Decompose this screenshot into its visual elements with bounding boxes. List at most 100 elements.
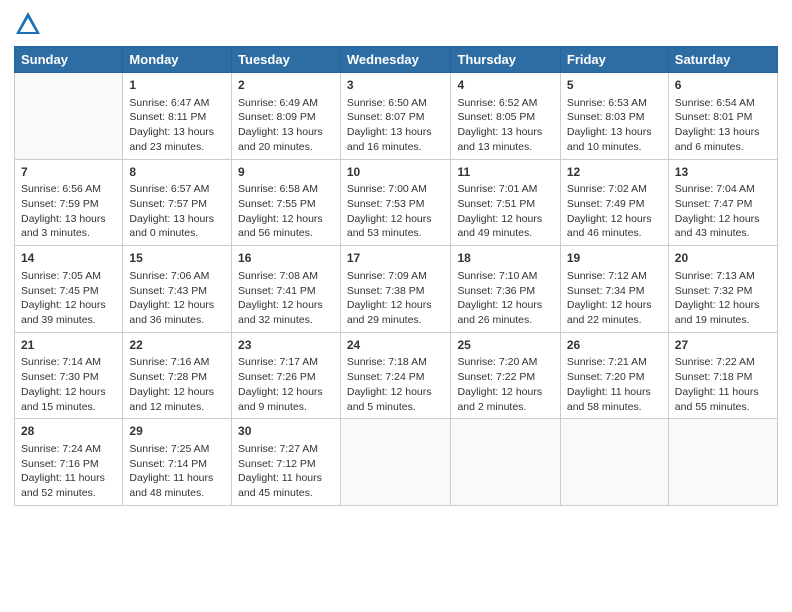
cell-text: Daylight: 12 hours [457,298,553,313]
cell-text: Sunrise: 7:12 AM [567,269,662,284]
calendar-cell: 9Sunrise: 6:58 AMSunset: 7:55 PMDaylight… [232,159,341,246]
calendar-cell: 21Sunrise: 7:14 AMSunset: 7:30 PMDayligh… [15,332,123,419]
calendar-cell: 1Sunrise: 6:47 AMSunset: 8:11 PMDaylight… [123,73,232,160]
day-number: 30 [238,423,334,440]
cell-text: Daylight: 12 hours [347,212,445,227]
day-number: 5 [567,77,662,94]
calendar-week-row: 14Sunrise: 7:05 AMSunset: 7:45 PMDayligh… [15,246,778,333]
cell-text: Sunset: 7:32 PM [675,284,771,299]
logo [14,10,46,38]
cell-text: Sunset: 7:43 PM [129,284,225,299]
cell-text: Sunset: 7:57 PM [129,197,225,212]
cell-text: and 13 minutes. [457,140,553,155]
calendar-cell: 12Sunrise: 7:02 AMSunset: 7:49 PMDayligh… [560,159,668,246]
calendar-cell: 4Sunrise: 6:52 AMSunset: 8:05 PMDaylight… [451,73,560,160]
calendar-cell: 3Sunrise: 6:50 AMSunset: 8:07 PMDaylight… [340,73,451,160]
cell-text: Sunrise: 7:02 AM [567,182,662,197]
calendar-cell: 24Sunrise: 7:18 AMSunset: 7:24 PMDayligh… [340,332,451,419]
cell-text: Sunrise: 6:47 AM [129,96,225,111]
calendar-cell: 8Sunrise: 6:57 AMSunset: 7:57 PMDaylight… [123,159,232,246]
day-number: 15 [129,250,225,267]
calendar-cell [560,419,668,506]
cell-text: Daylight: 12 hours [238,212,334,227]
cell-text: Daylight: 13 hours [567,125,662,140]
day-number: 13 [675,164,771,181]
cell-text: and 16 minutes. [347,140,445,155]
cell-text: Sunrise: 7:00 AM [347,182,445,197]
cell-text: Sunset: 7:20 PM [567,370,662,385]
cell-text: and 36 minutes. [129,313,225,328]
calendar-cell: 30Sunrise: 7:27 AMSunset: 7:12 PMDayligh… [232,419,341,506]
calendar-cell: 29Sunrise: 7:25 AMSunset: 7:14 PMDayligh… [123,419,232,506]
cell-text: and 55 minutes. [675,400,771,415]
day-number: 8 [129,164,225,181]
calendar: SundayMondayTuesdayWednesdayThursdayFrid… [14,46,778,506]
cell-text: Sunrise: 6:49 AM [238,96,334,111]
cell-text: Sunrise: 7:06 AM [129,269,225,284]
cell-text: Daylight: 12 hours [238,385,334,400]
calendar-week-row: 28Sunrise: 7:24 AMSunset: 7:16 PMDayligh… [15,419,778,506]
day-number: 26 [567,337,662,354]
cell-text: Sunrise: 7:10 AM [457,269,553,284]
calendar-header-row: SundayMondayTuesdayWednesdayThursdayFrid… [15,47,778,73]
cell-text: Sunset: 7:36 PM [457,284,553,299]
page: SundayMondayTuesdayWednesdayThursdayFrid… [0,0,792,612]
cell-text: Sunset: 7:34 PM [567,284,662,299]
cell-text: Sunrise: 6:54 AM [675,96,771,111]
cell-text: and 26 minutes. [457,313,553,328]
day-number: 2 [238,77,334,94]
calendar-cell: 5Sunrise: 6:53 AMSunset: 8:03 PMDaylight… [560,73,668,160]
cell-text: Daylight: 11 hours [21,471,116,486]
cell-text: Sunrise: 6:56 AM [21,182,116,197]
day-number: 19 [567,250,662,267]
cell-text: Daylight: 11 hours [567,385,662,400]
cell-text: Sunset: 8:07 PM [347,110,445,125]
cell-text: Sunrise: 7:05 AM [21,269,116,284]
cell-text: Daylight: 13 hours [457,125,553,140]
cell-text: Daylight: 12 hours [457,212,553,227]
cell-text: Sunset: 7:55 PM [238,197,334,212]
cell-text: Daylight: 11 hours [238,471,334,486]
header [14,10,778,38]
calendar-cell: 28Sunrise: 7:24 AMSunset: 7:16 PMDayligh… [15,419,123,506]
cell-text: and 58 minutes. [567,400,662,415]
day-number: 4 [457,77,553,94]
cell-text: Daylight: 13 hours [129,125,225,140]
cell-text: and 9 minutes. [238,400,334,415]
day-number: 17 [347,250,445,267]
cell-text: Sunrise: 7:25 AM [129,442,225,457]
calendar-cell: 20Sunrise: 7:13 AMSunset: 7:32 PMDayligh… [668,246,777,333]
cell-text: Sunrise: 7:04 AM [675,182,771,197]
cell-text: Daylight: 12 hours [129,298,225,313]
cell-text: Sunset: 7:41 PM [238,284,334,299]
day-header-saturday: Saturday [668,47,777,73]
cell-text: and 29 minutes. [347,313,445,328]
day-number: 27 [675,337,771,354]
cell-text: and 5 minutes. [347,400,445,415]
cell-text: Daylight: 12 hours [567,212,662,227]
cell-text: Sunrise: 7:18 AM [347,355,445,370]
cell-text: and 3 minutes. [21,226,116,241]
cell-text: Sunset: 7:49 PM [567,197,662,212]
cell-text: Sunset: 7:59 PM [21,197,116,212]
cell-text: and 52 minutes. [21,486,116,501]
cell-text: Sunset: 7:12 PM [238,457,334,472]
calendar-week-row: 7Sunrise: 6:56 AMSunset: 7:59 PMDaylight… [15,159,778,246]
calendar-cell: 22Sunrise: 7:16 AMSunset: 7:28 PMDayligh… [123,332,232,419]
cell-text: Daylight: 12 hours [675,298,771,313]
cell-text: Daylight: 12 hours [457,385,553,400]
day-number: 22 [129,337,225,354]
cell-text: Sunset: 8:03 PM [567,110,662,125]
cell-text: Sunset: 7:45 PM [21,284,116,299]
cell-text: and 20 minutes. [238,140,334,155]
day-number: 9 [238,164,334,181]
calendar-week-row: 1Sunrise: 6:47 AMSunset: 8:11 PMDaylight… [15,73,778,160]
cell-text: Daylight: 13 hours [21,212,116,227]
cell-text: Sunrise: 7:14 AM [21,355,116,370]
day-number: 23 [238,337,334,354]
calendar-cell: 6Sunrise: 6:54 AMSunset: 8:01 PMDaylight… [668,73,777,160]
cell-text: Sunrise: 6:50 AM [347,96,445,111]
cell-text: Sunset: 7:28 PM [129,370,225,385]
cell-text: and 2 minutes. [457,400,553,415]
cell-text: Sunrise: 7:17 AM [238,355,334,370]
